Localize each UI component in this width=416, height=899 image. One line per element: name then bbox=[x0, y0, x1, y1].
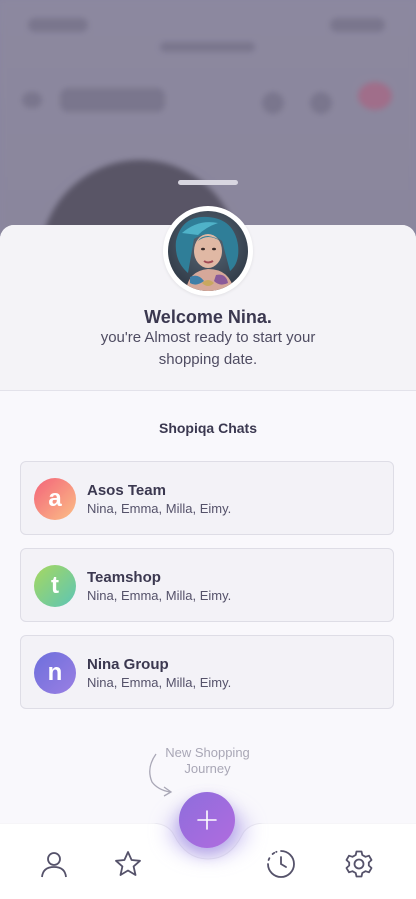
settings-icon[interactable] bbox=[341, 846, 377, 882]
plus-icon bbox=[197, 810, 217, 830]
chat-name: Teamshop bbox=[87, 569, 161, 586]
avatar[interactable] bbox=[163, 206, 253, 296]
user-icon[interactable] bbox=[36, 846, 72, 882]
chat-card-teamshop[interactable]: t Teamshop Nina, Emma, Milla, Eimy. bbox=[20, 548, 394, 622]
chat-card-nina-group[interactable]: n Nina Group Nina, Emma, Milla, Eimy. bbox=[20, 635, 394, 709]
chat-card-asos-team[interactable]: a Asos Team Nina, Emma, Milla, Eimy. bbox=[20, 461, 394, 535]
curved-arrow-icon bbox=[149, 753, 173, 797]
sheet-drag-handle[interactable] bbox=[178, 180, 238, 185]
chats-section-title: Shopiqa Chats bbox=[158, 420, 257, 436]
new-shopping-journey-button[interactable] bbox=[179, 792, 235, 848]
welcome-subtitle: you're Almost ready to start your shoppi… bbox=[100, 329, 316, 368]
chat-name: Asos Team bbox=[87, 482, 166, 499]
history-icon[interactable] bbox=[263, 846, 299, 882]
welcome-heading: Welcome Nina. bbox=[144, 307, 272, 327]
chat-avatar-badge: t bbox=[34, 565, 76, 607]
chat-members: Nina, Emma, Milla, Eimy. bbox=[87, 588, 232, 603]
star-icon[interactable] bbox=[110, 846, 146, 882]
chat-members: Nina, Emma, Milla, Eimy. bbox=[87, 501, 232, 516]
chat-name: Nina Group bbox=[87, 656, 169, 673]
chat-avatar-badge: n bbox=[34, 652, 76, 694]
chat-avatar-badge: a bbox=[34, 478, 76, 520]
chat-members: Nina, Emma, Milla, Eimy. bbox=[87, 675, 232, 690]
avatar-photo bbox=[168, 211, 248, 291]
